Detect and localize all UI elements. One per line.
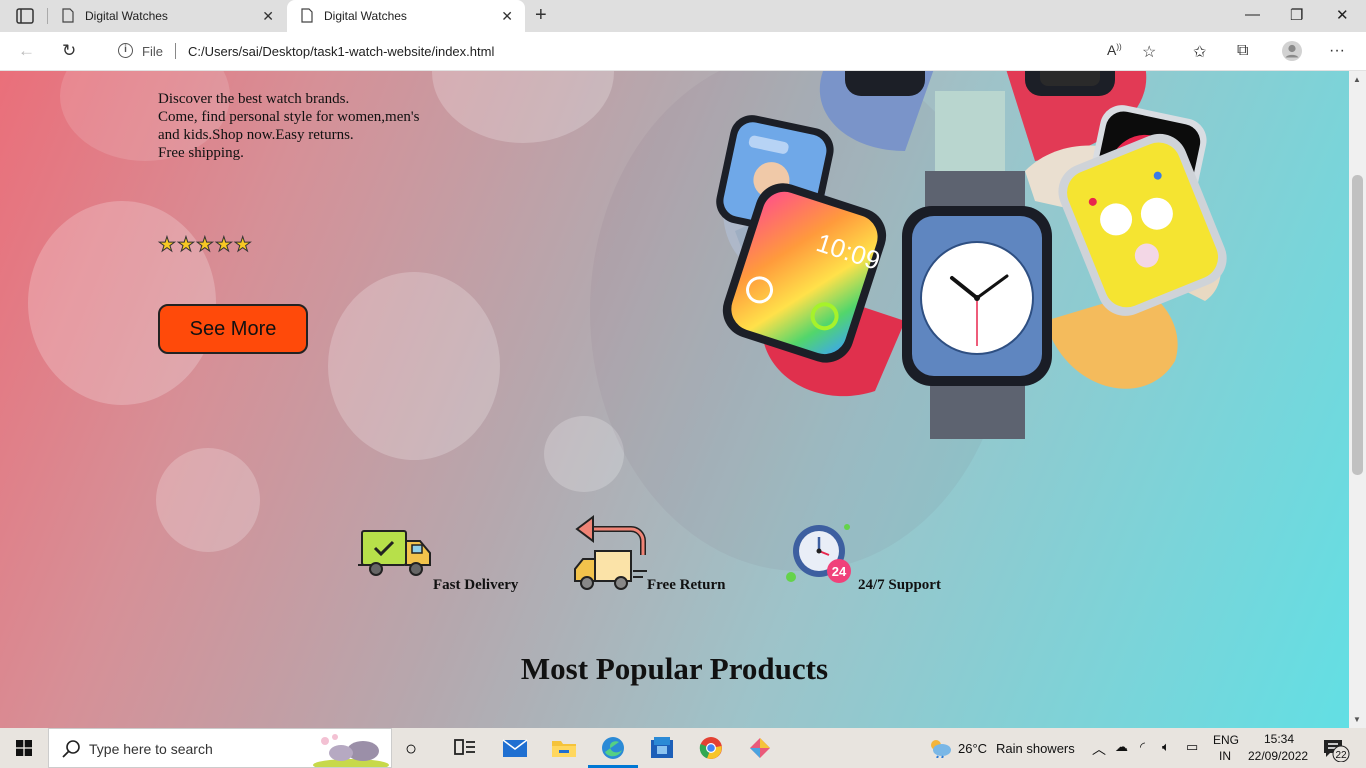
support-badge: 24 bbox=[832, 564, 847, 579]
app-icon[interactable] bbox=[747, 736, 773, 760]
favorites-icon[interactable]: ✩ bbox=[1193, 42, 1206, 62]
weather-temp[interactable]: 26°C bbox=[958, 741, 987, 756]
tab-1[interactable]: Digital Watches ✕ bbox=[48, 0, 286, 32]
see-more-button[interactable]: See More bbox=[158, 304, 308, 354]
profile-icon[interactable] bbox=[1281, 40, 1303, 62]
wifi-icon[interactable]: ◜ bbox=[1140, 739, 1145, 755]
clock-date[interactable]: 22/09/2022 bbox=[1248, 749, 1308, 763]
tab-title: Digital Watches bbox=[324, 9, 407, 23]
windows-start-icon[interactable] bbox=[16, 740, 32, 756]
star-icon: ★ bbox=[195, 234, 215, 257]
restore-icon[interactable]: ❐ bbox=[1290, 6, 1303, 24]
add-favorite-icon[interactable]: ☆ bbox=[1142, 42, 1156, 62]
tab-bar: Digital Watches ✕ Digital Watches ✕ + — … bbox=[0, 0, 1366, 32]
region-code[interactable]: IN bbox=[1219, 749, 1231, 763]
section-title: Most Popular Products bbox=[520, 651, 829, 686]
decorative-circle bbox=[432, 71, 614, 143]
search-highlight-image bbox=[313, 734, 389, 767]
feature-label-free-return: Free Return bbox=[647, 577, 726, 593]
battery-icon[interactable]: ▭ bbox=[1186, 739, 1198, 755]
rating-stars: ★★★★★ bbox=[158, 232, 253, 257]
notification-icon[interactable]: 22 bbox=[1322, 738, 1350, 762]
url-field[interactable]: i File C:/Users/sai/Desktop/task1-watch-… bbox=[100, 36, 1166, 66]
weather-condition[interactable]: Rain showers bbox=[996, 741, 1075, 756]
read-aloud-icon[interactable]: A)) bbox=[1107, 42, 1122, 58]
clock-time[interactable]: 15:34 bbox=[1264, 732, 1294, 746]
window-close-icon[interactable]: ✕ bbox=[1336, 6, 1349, 24]
decorative-circle bbox=[156, 448, 260, 552]
feature-label-support: 24/7 Support bbox=[858, 577, 941, 593]
decorative-circle bbox=[328, 272, 500, 460]
search-placeholder: Type here to search bbox=[89, 741, 213, 757]
url-text[interactable]: C:/Users/sai/Desktop/task1-watch-website… bbox=[188, 44, 494, 59]
collections-icon[interactable]: ⧉ bbox=[1237, 42, 1248, 60]
page-scrollbar[interactable]: ▲ ▼ bbox=[1349, 71, 1366, 728]
url-separator bbox=[175, 43, 176, 59]
page-viewport: Discover the best watch brands. Come, fi… bbox=[0, 71, 1349, 728]
language-code[interactable]: ENG bbox=[1213, 733, 1239, 747]
feature-label-fast-delivery: Fast Delivery bbox=[433, 577, 519, 593]
star-icon: ★ bbox=[158, 234, 177, 257]
return-truck-icon bbox=[574, 515, 647, 590]
notification-count: 22 bbox=[1335, 750, 1347, 761]
volume-icon[interactable]: 🔈︎ bbox=[1162, 739, 1170, 755]
close-icon[interactable]: ✕ bbox=[262, 8, 274, 25]
widgets-icon[interactable] bbox=[453, 736, 479, 760]
store-icon[interactable] bbox=[649, 736, 675, 760]
close-icon[interactable]: ✕ bbox=[501, 8, 513, 25]
scroll-up-icon[interactable]: ▲ bbox=[1353, 75, 1361, 84]
info-icon[interactable]: i bbox=[118, 43, 133, 58]
star-icon: ★ bbox=[233, 234, 253, 257]
star-icon: ★ bbox=[176, 234, 196, 257]
tab-actions-icon[interactable] bbox=[10, 7, 40, 27]
page-icon bbox=[301, 8, 313, 23]
delivery-truck-icon bbox=[358, 530, 431, 576]
hero-description: Discover the best watch brands. Come, fi… bbox=[158, 91, 420, 161]
more-icon[interactable]: ··· bbox=[1329, 42, 1345, 60]
task-view-icon[interactable]: ○ bbox=[405, 738, 431, 762]
scroll-down-icon[interactable]: ▼ bbox=[1353, 715, 1361, 724]
url-scheme: File bbox=[142, 44, 163, 59]
plus-icon[interactable]: + bbox=[535, 4, 547, 27]
file-explorer-icon[interactable] bbox=[551, 736, 577, 760]
back-icon[interactable]: ← bbox=[18, 41, 35, 61]
weather-icon[interactable] bbox=[928, 738, 952, 758]
chrome-icon[interactable] bbox=[698, 736, 724, 760]
search-icon bbox=[62, 740, 80, 758]
windows-taskbar: Type here to search ○ 26°C Rain showers … bbox=[0, 728, 1366, 768]
scroll-thumb[interactable] bbox=[1352, 175, 1363, 475]
taskbar-search[interactable]: Type here to search bbox=[48, 728, 392, 768]
support-clock-icon: 24 bbox=[786, 524, 851, 583]
page-icon bbox=[62, 8, 74, 23]
smartwatch-collection-image: 10:09 bbox=[716, 71, 1227, 439]
onedrive-icon[interactable]: ☁ bbox=[1115, 739, 1128, 755]
chevron-up-icon[interactable]: ︿ bbox=[1092, 739, 1106, 759]
tab-title: Digital Watches bbox=[85, 9, 168, 23]
reload-icon[interactable]: ↻ bbox=[62, 41, 76, 61]
star-icon: ★ bbox=[214, 234, 234, 257]
edge-icon[interactable] bbox=[600, 736, 626, 760]
minimize-icon[interactable]: — bbox=[1245, 6, 1260, 23]
mail-icon[interactable] bbox=[502, 736, 528, 760]
address-bar: ← ↻ i File C:/Users/sai/Desktop/task1-wa… bbox=[0, 32, 1366, 71]
tab-2-active[interactable]: Digital Watches ✕ bbox=[287, 0, 525, 32]
